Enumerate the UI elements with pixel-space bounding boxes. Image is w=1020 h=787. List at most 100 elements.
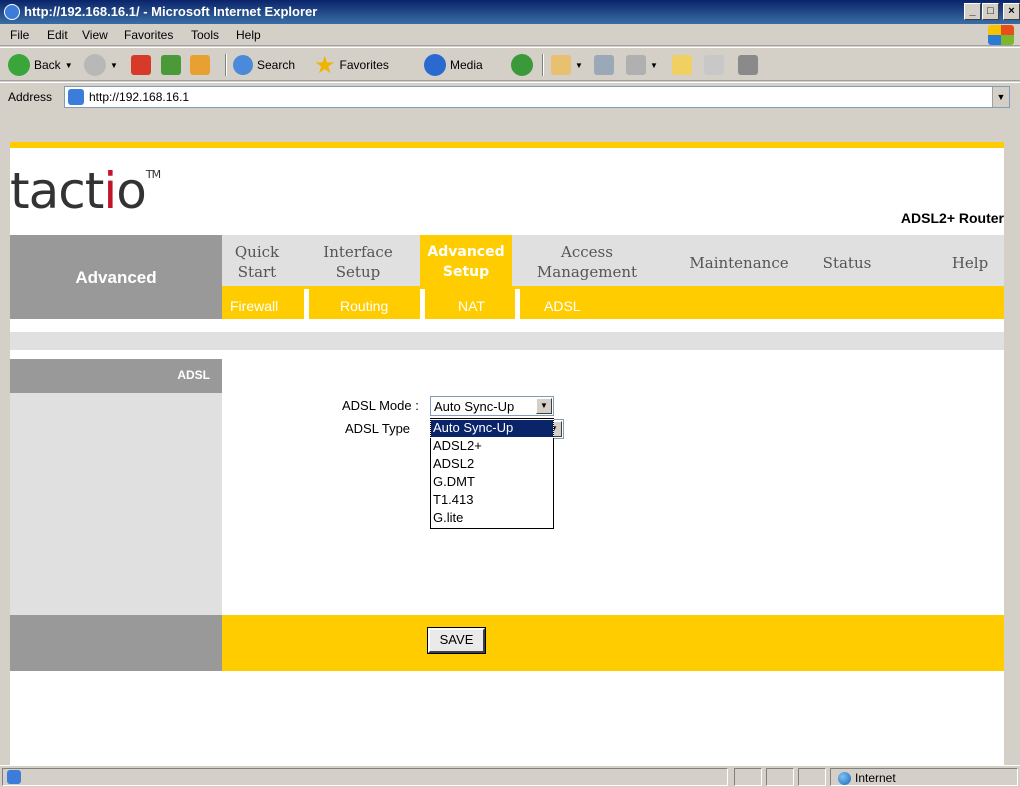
adsl-mode-dropdown: Auto Sync-Up ADSL2+ ADSL2 G.DMT T1.413 G… xyxy=(430,418,554,529)
print-icon xyxy=(594,55,614,75)
home-icon xyxy=(190,55,210,75)
media-icon xyxy=(424,54,446,76)
tab-advanced-setup[interactable]: Advanced Setup xyxy=(420,242,512,287)
window-title-bar[interactable]: http://192.168.16.1/ - Microsoft Interne… xyxy=(0,0,1020,24)
menu-file[interactable]: File xyxy=(10,28,29,42)
windows-logo-icon xyxy=(988,25,1014,45)
zone-label: Internet xyxy=(855,771,896,785)
page-viewport: tactioTM ADSL2+ Router Advanced Quick Sta… xyxy=(10,142,1004,765)
history-button[interactable] xyxy=(511,53,533,77)
trademark: TM xyxy=(145,168,161,181)
adsl-mode-value: Auto Sync-Up xyxy=(434,399,515,414)
menu-tools[interactable]: Tools xyxy=(191,28,219,42)
back-label: Back xyxy=(34,58,61,72)
browser-frame-left xyxy=(0,142,10,765)
edit-button[interactable]: ▼ xyxy=(626,53,658,77)
brand-accent: i xyxy=(103,162,117,220)
brand-text-end: o xyxy=(116,162,147,220)
tab-label: Status xyxy=(822,254,872,272)
option-gdmt[interactable]: G.DMT xyxy=(431,474,553,491)
tab-label: Start xyxy=(237,263,277,281)
footer-left xyxy=(10,615,222,671)
browser-frame xyxy=(0,110,1020,142)
tab-interface-setup[interactable]: Interface Setup xyxy=(316,242,400,287)
close-icon[interactable]: × xyxy=(1003,3,1020,20)
option-adsl2plus[interactable]: ADSL2+ xyxy=(431,438,553,455)
messenger-button[interactable] xyxy=(738,53,758,77)
page-status-icon xyxy=(7,770,21,784)
stop-button[interactable] xyxy=(131,53,151,77)
maximize-icon[interactable]: □ xyxy=(982,3,999,20)
refresh-icon xyxy=(161,55,181,75)
toolbar-separator xyxy=(225,54,227,76)
menu-help[interactable]: Help xyxy=(236,28,261,42)
option-adsl2[interactable]: ADSL2 xyxy=(431,456,553,473)
chevron-down-icon: ▼ xyxy=(575,60,583,70)
forward-arrow-icon xyxy=(84,54,106,76)
favorites-label: Favorites xyxy=(339,58,389,72)
page-icon xyxy=(68,89,84,105)
window-title: http://192.168.16.1/ - Microsoft Interne… xyxy=(24,4,318,19)
tab-quick-start[interactable]: Quick Start xyxy=(232,242,282,287)
ie-icon xyxy=(4,4,20,20)
option-auto-sync-up[interactable]: Auto Sync-Up xyxy=(430,419,554,438)
subnav-separator xyxy=(304,289,309,319)
scrollbar[interactable] xyxy=(1004,142,1020,765)
tab-access-management[interactable]: Access Management xyxy=(532,242,642,287)
menu-edit[interactable]: Edit xyxy=(47,28,68,42)
print-button[interactable] xyxy=(594,53,614,77)
option-t1413[interactable]: T1.413 xyxy=(431,492,553,509)
discuss-icon xyxy=(672,55,692,75)
tab-label: Interface xyxy=(323,243,393,261)
save-button[interactable]: SAVE xyxy=(427,627,486,654)
tab-label: Quick xyxy=(234,243,280,261)
star-icon: ★ xyxy=(314,51,336,79)
search-label: Search xyxy=(257,58,296,72)
search-button[interactable]: Search xyxy=(233,53,295,77)
subtab-adsl[interactable]: ADSL xyxy=(544,298,581,314)
chevron-down-icon: ▼ xyxy=(650,60,658,70)
adsl-mode-select[interactable]: Auto Sync-Up ▼ xyxy=(430,396,554,416)
menu-favorites[interactable]: Favorites xyxy=(124,28,173,42)
status-bar: Internet xyxy=(0,765,1020,787)
discuss-button[interactable] xyxy=(672,53,692,77)
chevron-down-icon[interactable]: ▼ xyxy=(536,398,552,414)
mail-button[interactable]: ▼ xyxy=(551,53,583,77)
status-cell xyxy=(798,768,826,786)
messenger-icon xyxy=(738,55,758,75)
status-cell xyxy=(766,768,794,786)
menu-view[interactable]: View xyxy=(82,28,108,42)
research-button[interactable] xyxy=(704,53,724,77)
subtab-nat[interactable]: NAT xyxy=(458,298,485,314)
address-input[interactable]: http://192.168.16.1 ▼ xyxy=(64,86,1010,108)
refresh-button[interactable] xyxy=(161,53,181,77)
chevron-down-icon: ▼ xyxy=(110,60,118,70)
globe-icon xyxy=(838,771,851,785)
section-title: Advanced xyxy=(75,268,157,287)
subnav-separator xyxy=(420,289,425,319)
sidebar-label: ADSL xyxy=(177,368,210,382)
chevron-down-icon[interactable]: ▼ xyxy=(992,87,1009,107)
option-glite[interactable]: G.lite xyxy=(431,510,553,527)
search-icon xyxy=(233,55,253,75)
tab-label: Setup xyxy=(442,264,490,280)
stop-icon xyxy=(131,55,151,75)
subtab-firewall[interactable]: Firewall xyxy=(230,298,278,314)
footer-bar xyxy=(222,615,1004,671)
brand-text: tact xyxy=(10,162,104,220)
home-button[interactable] xyxy=(190,53,210,77)
minimize-icon[interactable]: _ xyxy=(964,3,981,20)
tab-help[interactable]: Help xyxy=(942,242,998,287)
favorites-button[interactable]: ★ Favorites xyxy=(314,51,389,79)
tab-status[interactable]: Status xyxy=(814,242,880,287)
subtab-routing[interactable]: Routing xyxy=(340,298,388,314)
mail-icon xyxy=(551,55,571,75)
address-bar: Address http://192.168.16.1 ▼ xyxy=(0,82,1020,110)
tab-label: Advanced xyxy=(427,244,505,260)
product-name: ADSL2+ Router xyxy=(900,210,1004,226)
back-button[interactable]: Back ▼ xyxy=(8,53,73,77)
divider-band xyxy=(10,332,1004,350)
tab-maintenance[interactable]: Maintenance xyxy=(674,242,804,287)
forward-button[interactable]: ▼ xyxy=(84,53,118,77)
media-button[interactable]: Media xyxy=(424,53,483,77)
